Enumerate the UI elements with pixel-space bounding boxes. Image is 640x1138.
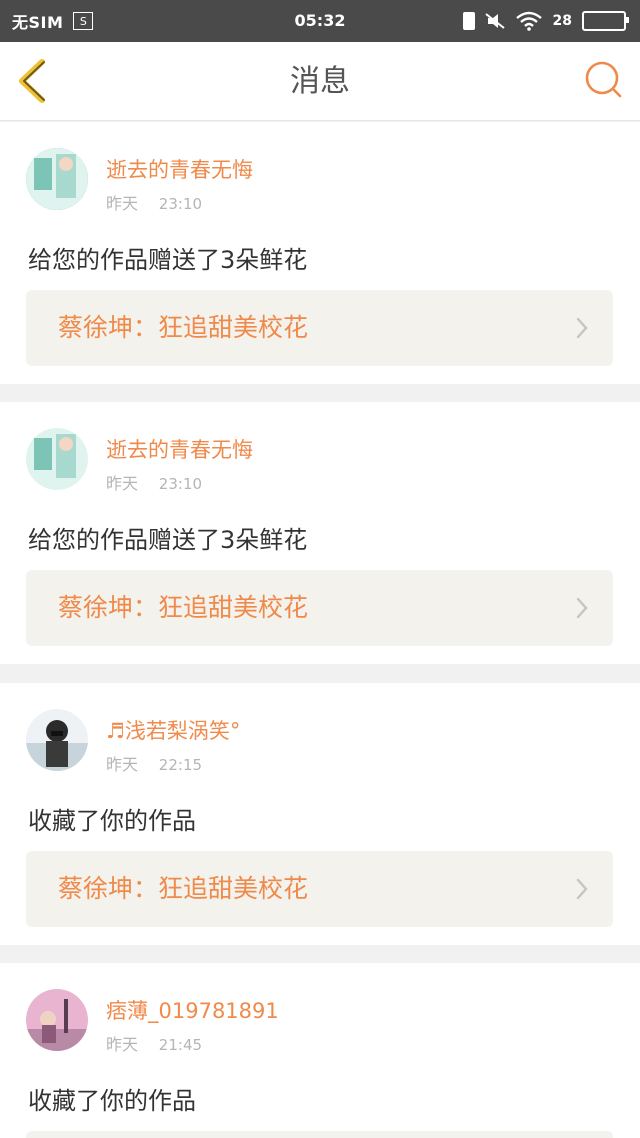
status-bar: 无SIM S 05:32 28 — [0, 0, 640, 42]
work-link-button[interactable]: 蔡徐坤：狂追甜美校花 — [26, 290, 613, 366]
work-link-button[interactable]: 蔡徐坤：狂追甜美校花 — [26, 851, 613, 927]
chevron-right-icon — [576, 878, 588, 900]
work-title: 蔡徐坤：狂追甜美校花 — [58, 874, 309, 903]
chevron-right-icon — [576, 597, 588, 619]
message-time: 23:10 — [158, 195, 203, 213]
work-title: 蔡徐坤：狂追甜美校花 — [58, 593, 309, 622]
page-title: 消息 — [290, 64, 350, 99]
action-text: 给您的作品赠送了3朵鲜花 — [28, 526, 308, 554]
timestamp: 昨天 23:10 — [106, 190, 202, 214]
battery-level: 28 — [552, 13, 572, 29]
battery-icon — [582, 11, 629, 31]
avatar-image — [26, 989, 88, 1051]
action-text: 收藏了你的作品 — [28, 807, 196, 835]
action-text: 给您的作品赠送了3朵鲜花 — [28, 246, 308, 274]
avatar-image — [26, 709, 88, 771]
avatar[interactable] — [26, 428, 88, 490]
avatar[interactable] — [26, 989, 88, 1051]
avatar-image — [26, 428, 88, 490]
message-time: 23:10 — [158, 475, 203, 493]
username[interactable]: 逝去的青春无悔 — [106, 434, 253, 464]
message-date: 昨天 — [106, 1035, 139, 1054]
work-link-button[interactable]: 蔡徐坤：狂追甜美校花 — [26, 570, 613, 646]
timestamp: 昨天 22:15 — [106, 751, 202, 775]
wifi-icon — [515, 11, 542, 31]
status-right: 28 — [462, 0, 629, 42]
charging-icon — [462, 12, 475, 30]
avatar[interactable] — [26, 709, 88, 771]
username[interactable]: 逝去的青春无悔 — [106, 154, 253, 184]
timestamp: 昨天 21:45 — [106, 1031, 202, 1055]
message-card: ♬浅若梨涡笑° 昨天 22:15 收藏了你的作品 蔡徐坤：狂追甜美校花 — [0, 683, 640, 945]
action-text: 收藏了你的作品 — [28, 1087, 196, 1115]
work-link-button[interactable] — [26, 1131, 613, 1138]
username[interactable]: ♬浅若梨涡笑° — [106, 715, 240, 745]
nav-bar: 消息 — [0, 42, 640, 121]
avatar[interactable] — [26, 148, 88, 210]
message-card: 痞薄_019781891 昨天 21:45 收藏了你的作品 — [0, 963, 640, 1138]
message-date: 昨天 — [106, 755, 139, 774]
message-time: 22:15 — [158, 756, 203, 774]
timestamp: 昨天 23:10 — [106, 470, 202, 494]
username[interactable]: 痞薄_019781891 — [106, 995, 279, 1025]
mute-icon — [484, 13, 505, 29]
message-date: 昨天 — [106, 194, 139, 213]
message-card: 逝去的青春无悔 昨天 23:10 给您的作品赠送了3朵鲜花 蔡徐坤：狂追甜美校花 — [0, 402, 640, 664]
search-icon[interactable] — [582, 58, 626, 102]
message-card: 逝去的青春无悔 昨天 23:10 给您的作品赠送了3朵鲜花 蔡徐坤：狂追甜美校花 — [0, 122, 640, 384]
message-time: 21:45 — [158, 1036, 203, 1054]
chevron-right-icon — [576, 317, 588, 339]
avatar-image — [26, 148, 88, 210]
work-title: 蔡徐坤：狂追甜美校花 — [58, 313, 309, 342]
message-date: 昨天 — [106, 474, 139, 493]
